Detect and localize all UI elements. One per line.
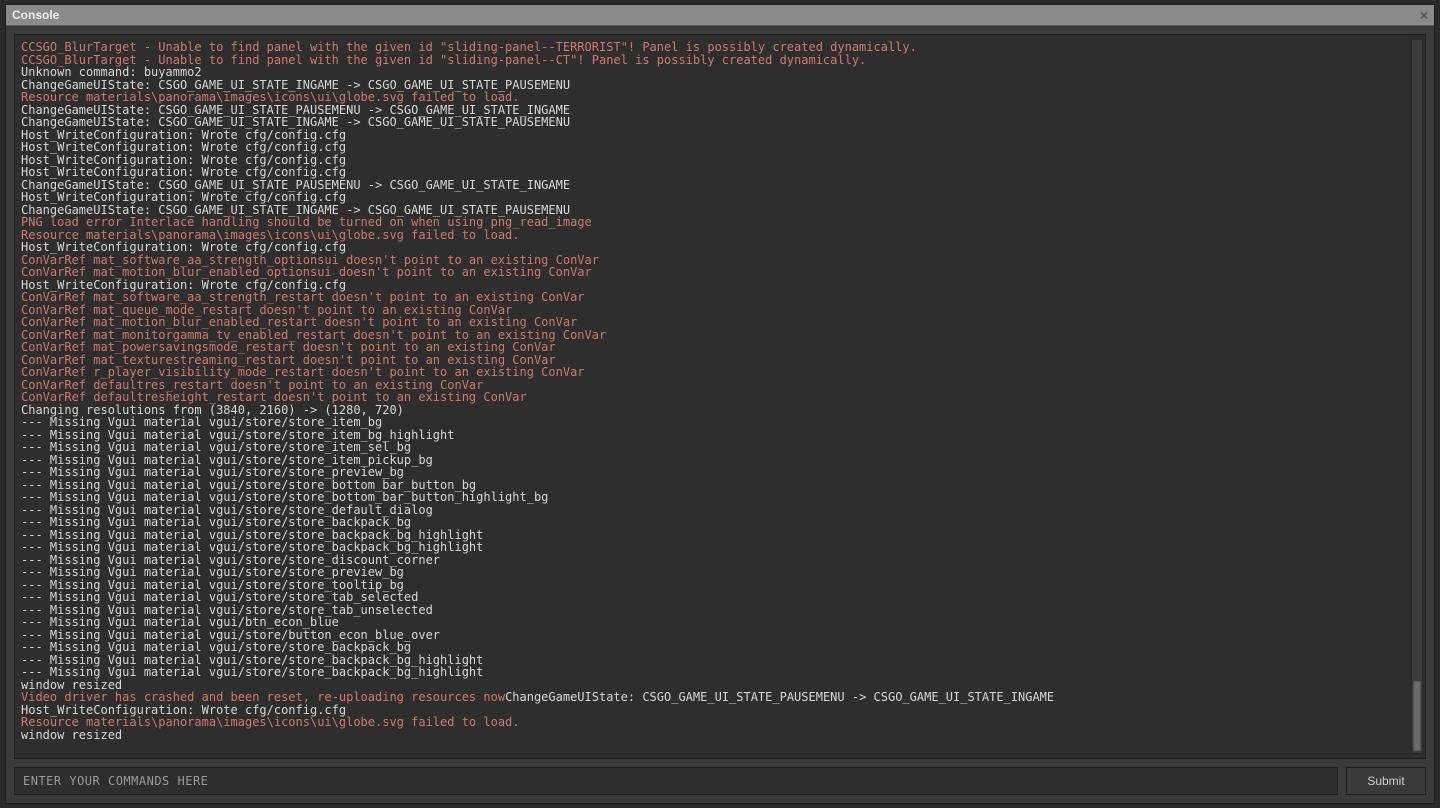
log-line: ConVarRef r_player_visibility_mode_resta… <box>21 366 1405 379</box>
log-line: Resource materials\panorama\images\icons… <box>21 716 1405 729</box>
console-log-text: CCSGO_BlurTarget - Unable to find panel … <box>15 35 1409 758</box>
command-input[interactable] <box>14 767 1338 795</box>
log-line: ConVarRef defaultresheight_restart doesn… <box>21 391 1405 404</box>
console-log: CCSGO_BlurTarget - Unable to find panel … <box>14 34 1426 759</box>
log-line: --- Missing Vgui material vgui/store/sto… <box>21 666 1405 679</box>
log-line: --- Missing Vgui material vgui/btn_econ_… <box>21 616 1405 629</box>
log-line: --- Missing Vgui material vgui/store/sto… <box>21 466 1405 479</box>
titlebar[interactable]: Console × <box>6 5 1434 26</box>
log-line: ConVarRef mat_software_aa_strength_resta… <box>21 291 1405 304</box>
log-line: Host_WriteConfiguration: Wrote cfg/confi… <box>21 141 1405 154</box>
scrollbar[interactable] <box>1411 39 1423 754</box>
console-window: Console × CCSGO_BlurTarget - Unable to f… <box>5 4 1435 804</box>
submit-button[interactable]: Submit <box>1346 767 1426 795</box>
log-line: --- Missing Vgui material vgui/store/sto… <box>21 566 1405 579</box>
log-line: window resized <box>21 729 1405 742</box>
log-line: Host_WriteConfiguration: Wrote cfg/confi… <box>21 241 1405 254</box>
log-line: Host_WriteConfiguration: Wrote cfg/confi… <box>21 191 1405 204</box>
log-line: CCSGO_BlurTarget - Unable to find panel … <box>21 54 1405 67</box>
log-line: --- Missing Vgui material vgui/store/sto… <box>21 641 1405 654</box>
log-line: ConVarRef mat_motion_blur_enabled_restar… <box>21 316 1405 329</box>
log-line: Host_WriteConfiguration: Wrote cfg/confi… <box>21 166 1405 179</box>
log-line: --- Missing Vgui material vgui/store/sto… <box>21 416 1405 429</box>
log-line: ConVarRef mat_motion_blur_enabled_option… <box>21 266 1405 279</box>
log-line: CCSGO_BlurTarget - Unable to find panel … <box>21 41 1405 54</box>
log-line: Resource materials\panorama\images\icons… <box>21 91 1405 104</box>
log-line: --- Missing Vgui material vgui/store/sto… <box>21 491 1405 504</box>
log-line: ConVarRef mat_powersavingsmode_restart d… <box>21 341 1405 354</box>
log-line: PNG load error Interlace handling should… <box>21 216 1405 229</box>
close-icon[interactable]: × <box>1420 8 1428 22</box>
log-line: --- Missing Vgui material vgui/store/sto… <box>21 516 1405 529</box>
window-title: Console <box>12 8 59 22</box>
log-line: Unknown command: buyammo2 <box>21 66 1405 79</box>
scrollbar-thumb[interactable] <box>1413 681 1421 751</box>
log-line: --- Missing Vgui material vgui/store/sto… <box>21 591 1405 604</box>
input-row: Submit <box>14 767 1426 795</box>
log-line: ChangeGameUIState: CSGO_GAME_UI_STATE_IN… <box>21 116 1405 129</box>
log-line: Video driver has crashed and been reset,… <box>21 691 1405 704</box>
log-line: --- Missing Vgui material vgui/store/sto… <box>21 441 1405 454</box>
log-line: --- Missing Vgui material vgui/store/sto… <box>21 541 1405 554</box>
